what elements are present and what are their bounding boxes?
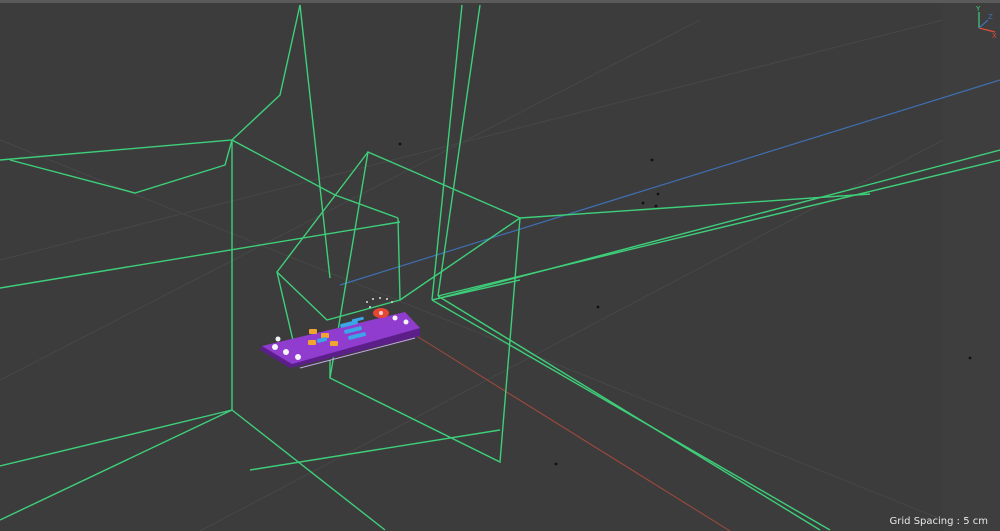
scene-points (398, 142, 972, 466)
gizmo-y-label: Y (975, 5, 981, 13)
gizmo-z-label: Z (988, 13, 993, 21)
grid-spacing-label: Grid Spacing : 5 cm (889, 516, 988, 527)
camera-wireframe (0, 4, 1000, 531)
x-axis-line (414, 334, 731, 531)
3d-viewport[interactable]: Y X Z Grid Spacing : 5 cm (0, 0, 1000, 531)
axis-gizmo-icon[interactable]: Y X Z (975, 5, 997, 40)
gizmo-x-label: X (992, 32, 997, 40)
remote-control-model[interactable] (260, 297, 420, 369)
floor-grid (0, 19, 944, 531)
scene-canvas[interactable]: Y X Z (0, 0, 1000, 531)
